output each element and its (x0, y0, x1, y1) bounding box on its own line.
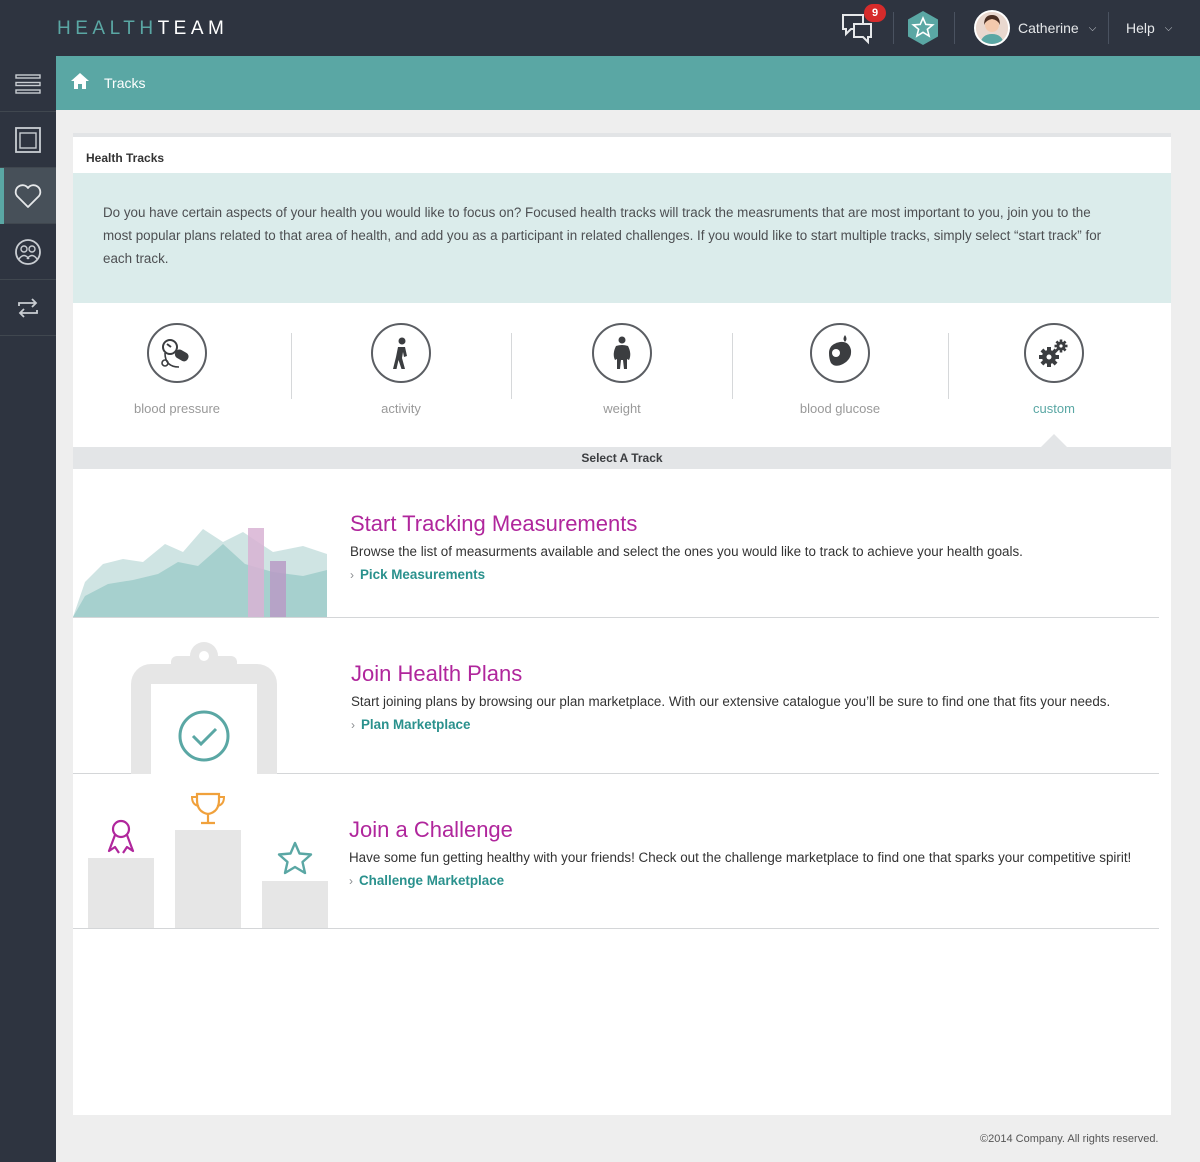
chevron-right-icon: › (350, 567, 354, 582)
podium-illustration (88, 792, 328, 928)
sidebar-item-dashboard[interactable] (0, 112, 56, 168)
track-custom[interactable]: custom (979, 323, 1129, 416)
heart-icon (14, 183, 42, 208)
user-avatar-icon (976, 12, 1008, 44)
section-description: Start joining plans by browsing our plan… (351, 694, 1111, 709)
avatar (974, 10, 1010, 46)
section-plans: Join Health Plans Start joining plans by… (73, 618, 1159, 774)
track-label: blood pressure (134, 401, 220, 416)
select-track-label: Select A Track (581, 451, 663, 465)
sidebar-item-team[interactable] (0, 224, 56, 280)
sidebar-item-menu[interactable] (0, 56, 56, 112)
user-menu[interactable]: Catherine ⌵ (974, 0, 1104, 56)
help-menu[interactable]: Help ⌵ (1126, 0, 1186, 56)
track-activity[interactable]: activity (326, 323, 476, 416)
top-bar: HEALTHTEAM 9 Catherine ⌵ Help ⌵ (0, 0, 1200, 56)
challenge-marketplace-link[interactable]: › Challenge Marketplace (349, 873, 504, 888)
intro-text: Do you have certain aspects of your heal… (103, 205, 1102, 266)
section-title: Start Tracking Measurements (350, 511, 638, 536)
breadcrumb: Tracks (56, 56, 1200, 110)
header-divider (1108, 12, 1109, 44)
brand-logo[interactable]: HEALTHTEAM (57, 18, 228, 40)
track-label: weight (603, 401, 641, 416)
track-label: activity (381, 401, 421, 416)
section-title: Join Health Plans (351, 661, 523, 686)
track-weight[interactable]: weight (547, 323, 697, 416)
pick-measurements-link[interactable]: › Pick Measurements (350, 567, 485, 582)
notification-badge: 9 (864, 4, 886, 22)
achievements-button[interactable] (904, 0, 942, 56)
header-divider (954, 12, 955, 44)
header-divider (893, 12, 894, 44)
track-label: custom (1033, 401, 1075, 416)
star-badge-icon (908, 11, 938, 45)
window-icon (15, 126, 41, 153)
intro-panel: Do you have certain aspects of your heal… (73, 173, 1171, 303)
breadcrumb-current: Tracks (104, 75, 146, 91)
chevron-down-icon: ⌵ (1164, 22, 1173, 34)
track-label: blood glucose (799, 401, 881, 416)
health-tracks-card: Health Tracks Do you have certain aspect… (73, 133, 1171, 1115)
footer-copyright: ©2014 Company. All rights reserved. (980, 1133, 1159, 1145)
section-description: Browse the list of measurments available… (350, 544, 1023, 559)
page-title: Health Tracks (86, 151, 165, 165)
team-icon (15, 238, 41, 265)
clipboard-check-illustration (131, 642, 277, 774)
section-measurements: Start Tracking Measurements Browse the l… (73, 469, 1159, 618)
body-weight-icon (613, 336, 631, 369)
chevron-right-icon: › (349, 873, 353, 888)
selected-track-pointer (1041, 434, 1067, 447)
sidebar (0, 56, 56, 1162)
user-name: Catherine (1018, 20, 1079, 36)
plan-marketplace-link[interactable]: › Plan Marketplace (351, 717, 470, 732)
section-title: Join a Challenge (349, 817, 513, 842)
swap-arrows-icon (18, 297, 38, 318)
section-description: Have some fun getting healthy with your … (349, 850, 1132, 865)
select-track-bar: Select A Track (73, 447, 1171, 469)
sidebar-item-health[interactable] (0, 168, 56, 224)
list-menu-icon (15, 73, 41, 94)
glucose-meter-icon (829, 335, 852, 366)
track-blood-pressure[interactable]: blood pressure (102, 323, 252, 416)
walking-person-icon (393, 337, 407, 369)
chevron-right-icon: › (351, 717, 355, 732)
track-divider (948, 333, 949, 399)
measurement-chart-illustration (73, 528, 327, 617)
blood-pressure-icon (161, 339, 189, 368)
track-divider (291, 333, 292, 399)
section-challenge: Join a Challenge Have some fun getting h… (73, 774, 1159, 929)
track-blood-glucose[interactable]: blood glucose (765, 323, 915, 416)
track-divider (511, 333, 512, 399)
chevron-down-icon: ⌵ (1088, 22, 1097, 34)
sidebar-item-sync[interactable] (0, 280, 56, 336)
track-divider (732, 333, 733, 399)
home-icon[interactable] (70, 72, 90, 90)
gears-icon (1039, 339, 1068, 367)
help-label: Help (1126, 20, 1155, 36)
